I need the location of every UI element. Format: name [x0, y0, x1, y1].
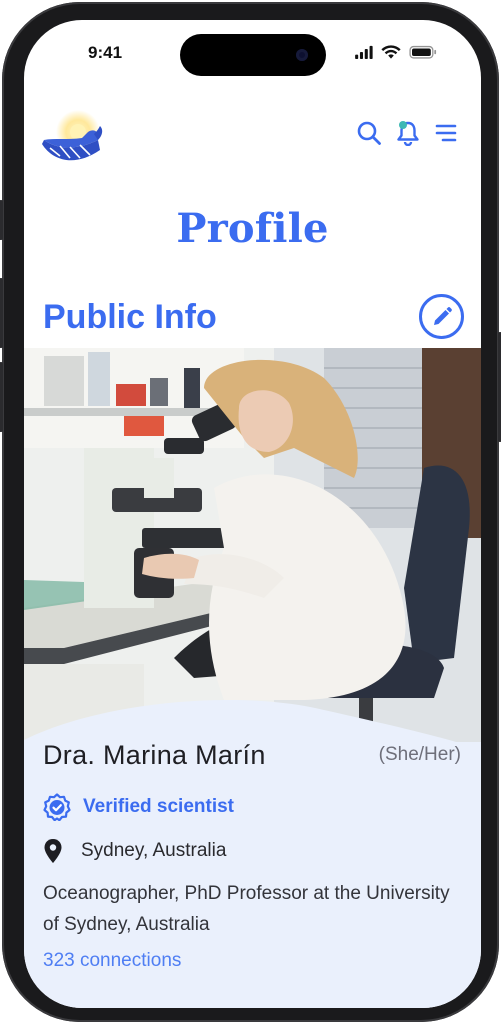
- verified-label: Verified scientist: [83, 796, 235, 817]
- public-info-heading: Public Info: [43, 298, 217, 336]
- battery-icon: [409, 45, 437, 59]
- search-icon[interactable]: [356, 120, 382, 146]
- notification-dot: [399, 121, 407, 129]
- location-row: Sydney, Australia: [43, 838, 226, 864]
- action-button: [0, 200, 3, 240]
- hamburger-menu-icon[interactable]: [433, 120, 459, 146]
- volume-up-button: [0, 278, 3, 348]
- location-label: Sydney, Australia: [81, 840, 227, 861]
- phone-frame: 9:41 Profile Public Info Dra. Marina Mar…: [0, 2, 501, 1022]
- profile-pronouns: (She/Her): [378, 744, 461, 765]
- profile-name: Dra. Marina Marín: [43, 740, 266, 770]
- edit-profile-button[interactable]: [419, 294, 464, 339]
- volume-down-button: [0, 362, 3, 432]
- wifi-icon: [381, 45, 401, 59]
- signal-icon: [355, 45, 373, 59]
- page-title: Profile: [176, 205, 329, 252]
- connections-link[interactable]: 323 connections: [43, 950, 181, 972]
- verified-badge-icon: [43, 793, 71, 821]
- whale-sun-logo[interactable]: [38, 110, 108, 170]
- pencil-icon: [433, 306, 452, 325]
- location-pin-icon: [44, 839, 62, 863]
- top-navigation-bar: [24, 90, 481, 176]
- dynamic-island: [180, 34, 326, 76]
- bell-icon[interactable]: [395, 120, 421, 146]
- profile-bio: Oceanographer, PhD Professor at the Univ…: [43, 883, 450, 935]
- screen: 9:41 Profile Public Info Dra. Marina Mar…: [24, 20, 481, 1008]
- status-time: 9:41: [88, 43, 123, 62]
- status-icons: [355, 45, 437, 59]
- verified-row: Verified scientist: [43, 793, 234, 821]
